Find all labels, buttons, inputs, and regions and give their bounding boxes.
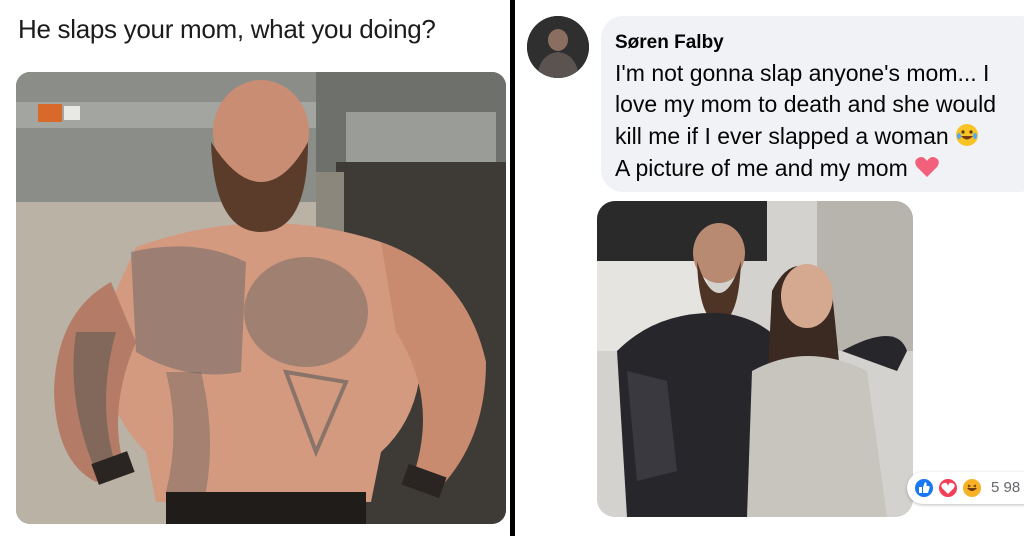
avatar-image <box>527 16 589 78</box>
bodybuilder-photo <box>16 72 506 524</box>
comment-text-1: I'm not gonna slap anyone's mom... I <box>615 60 990 86</box>
comment-photo-illustration <box>597 201 913 517</box>
meme-left-panel: He slaps your mom, what you doing? <box>0 0 512 536</box>
comment-line-4: A picture of me and my mom <box>615 155 940 185</box>
reaction-summary[interactable]: 5 98 <box>907 472 1024 504</box>
comment-text-2: love my mom to death and she would <box>615 91 996 117</box>
comment-author[interactable]: Søren Falby <box>615 32 724 54</box>
comment-line-1: I'm not gonna slap anyone's mom... I <box>615 60 989 87</box>
comment-line-3: kill me if I ever slapped a woman <box>615 123 979 153</box>
bodybuilder-illustration <box>16 72 506 524</box>
comment-text-3: kill me if I ever slapped a woman <box>615 123 949 150</box>
facebook-comment-panel: Søren Falby I'm not gonna slap anyone's … <box>515 0 1024 536</box>
avatar[interactable] <box>527 16 589 78</box>
comment-line-2: love my mom to death and she would <box>615 91 996 118</box>
haha-icon <box>961 477 983 499</box>
love-icon <box>937 477 959 499</box>
reaction-count: 5 98 <box>991 479 1021 496</box>
heart-icon <box>914 155 940 185</box>
like-icon <box>913 477 935 499</box>
comment-photo[interactable] <box>597 201 913 517</box>
meme-caption: He slaps your mom, what you doing? <box>18 14 436 44</box>
comment-text-4: A picture of me and my mom <box>615 155 908 182</box>
laughing-tears-icon <box>955 123 979 153</box>
